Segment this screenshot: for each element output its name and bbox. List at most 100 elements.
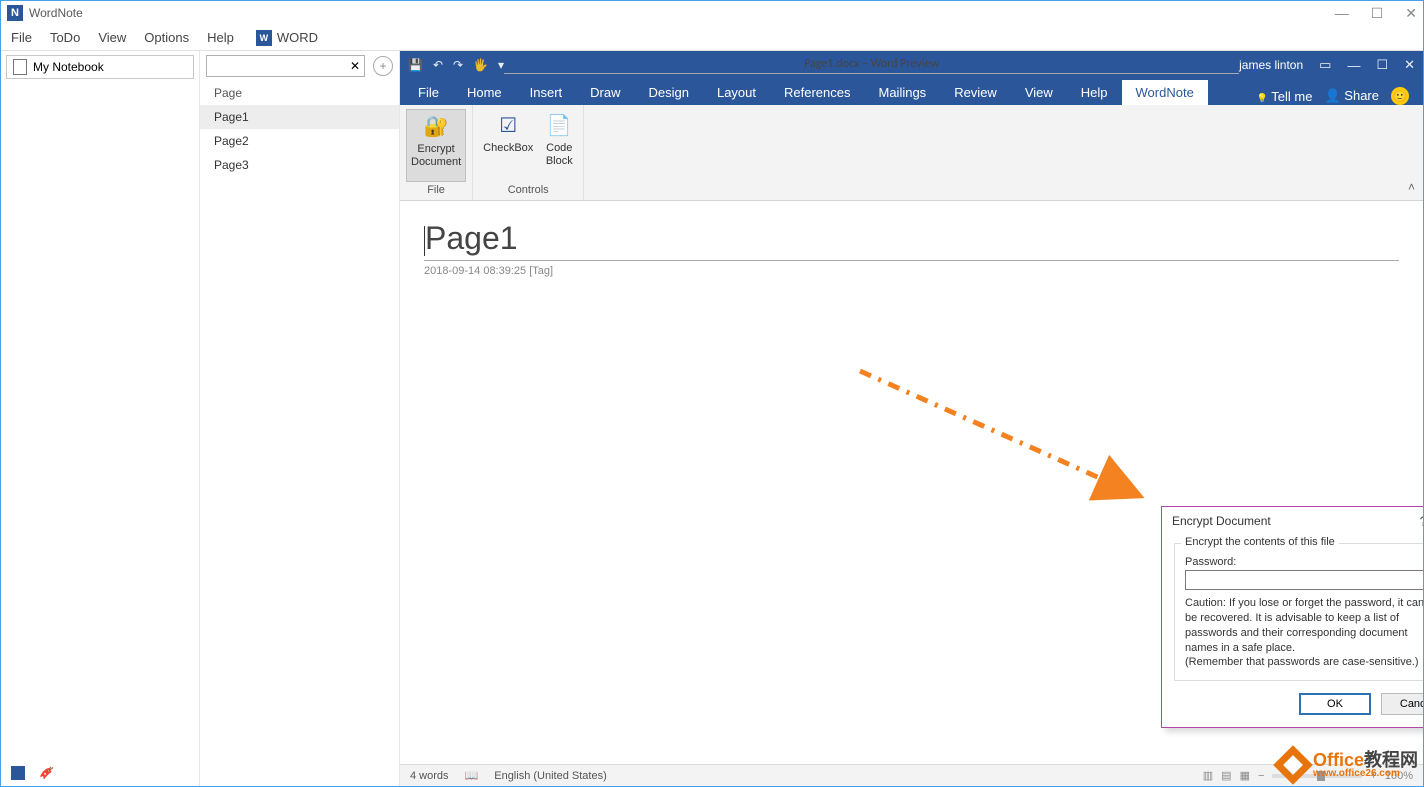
- word-maximize-icon[interactable]: ☐: [1376, 57, 1388, 73]
- view-print-icon[interactable]: ▤: [1221, 769, 1231, 782]
- annotation-arrow: [830, 356, 1170, 526]
- menu-view[interactable]: View: [98, 30, 126, 45]
- tellme-button[interactable]: 💡 Tell me: [1257, 89, 1313, 104]
- menu-help[interactable]: Help: [207, 30, 234, 45]
- menu-file[interactable]: File: [11, 30, 32, 45]
- close-icon[interactable]: ✕: [1405, 5, 1417, 22]
- zoom-out-icon[interactable]: −: [1258, 770, 1264, 782]
- notebook-label: My Notebook: [33, 60, 104, 74]
- share-icon: 👤: [1324, 88, 1340, 103]
- word-ribbon: 🔐 Encrypt Document File ☑ CheckBox: [400, 105, 1423, 201]
- wordnote-app-icon: N: [7, 5, 23, 21]
- menu-options[interactable]: Options: [144, 30, 189, 45]
- redo-icon[interactable]: ↷: [453, 58, 463, 72]
- word-minimize-icon[interactable]: —: [1347, 58, 1360, 73]
- pages-panel: ✕ + Page Page1 Page2 Page3: [200, 51, 400, 786]
- word-app-icon: W: [256, 30, 272, 46]
- share-button[interactable]: 👤 Share: [1324, 88, 1379, 104]
- lightbulb-icon: 💡: [1257, 93, 1268, 103]
- document-title[interactable]: Page1: [424, 219, 1399, 261]
- encrypt-document-button[interactable]: 🔐 Encrypt Document: [406, 109, 466, 182]
- tellme-label: Tell me: [1271, 89, 1312, 104]
- tab-wordnote[interactable]: WordNote: [1122, 80, 1208, 105]
- codeblock-label-2: Block: [546, 155, 573, 168]
- checkbox-label: CheckBox: [483, 142, 533, 155]
- ribbon-group-file: 🔐 Encrypt Document File: [400, 105, 473, 200]
- dialog-title-text: Encrypt Document: [1172, 514, 1271, 528]
- word-close-icon[interactable]: ✕: [1404, 57, 1415, 73]
- status-language[interactable]: English (United States): [494, 770, 607, 782]
- word-titlebar: 💾 ↶ ↷ 🖐 ▾ Page1.docx – Word Preview jame…: [400, 51, 1423, 79]
- tag-icon[interactable]: 🔖: [39, 766, 53, 781]
- status-proofing-icon[interactable]: 📖: [465, 769, 479, 782]
- minimize-icon[interactable]: —: [1335, 5, 1349, 22]
- document-meta: 2018-09-14 08:39:25 [Tag]: [424, 265, 1399, 277]
- tab-draw[interactable]: Draw: [576, 80, 634, 105]
- add-page-button[interactable]: +: [373, 56, 393, 76]
- feedback-smiley-icon[interactable]: 🙂: [1391, 87, 1409, 105]
- watermark-url: www.office26.com: [1313, 769, 1418, 779]
- word-user-name[interactable]: james linton: [1239, 58, 1303, 72]
- tab-help[interactable]: Help: [1067, 80, 1122, 105]
- checkbox-control-button[interactable]: ☑ CheckBox: [479, 109, 537, 182]
- page-item-1[interactable]: Page2: [200, 129, 399, 153]
- undo-icon[interactable]: ↶: [433, 58, 443, 72]
- touch-mode-icon[interactable]: 🖐: [473, 58, 488, 72]
- outer-titlebar: N WordNote — ☐ ✕: [1, 1, 1423, 25]
- status-word-count[interactable]: 4 words: [410, 770, 449, 782]
- outer-menubar: File ToDo View Options Help W WORD: [1, 25, 1423, 51]
- cancel-button[interactable]: Cancel: [1381, 693, 1423, 715]
- watermark: Office教程网 www.office26.com: [1279, 751, 1418, 779]
- qat-more-icon[interactable]: ▾: [498, 58, 504, 72]
- word-ribbon-options-icon[interactable]: ▭: [1319, 57, 1331, 73]
- lock-key-icon: 🔐: [422, 113, 450, 141]
- watermark-text-1b: 教程网: [1364, 750, 1418, 770]
- tab-view[interactable]: View: [1011, 80, 1067, 105]
- app-title: WordNote: [29, 6, 83, 20]
- dialog-fieldset: Encrypt the contents of this file Passwo…: [1174, 543, 1423, 681]
- ribbon-group-controls-label: Controls: [508, 182, 549, 198]
- share-label: Share: [1344, 88, 1379, 103]
- dialog-legend: Encrypt the contents of this file: [1181, 536, 1339, 548]
- tab-design[interactable]: Design: [635, 80, 703, 105]
- save-icon[interactable]: 💾: [408, 58, 423, 72]
- tab-mailings[interactable]: Mailings: [865, 80, 941, 105]
- page-item-0[interactable]: Page1: [200, 105, 399, 129]
- collapse-ribbon-icon[interactable]: ˄: [1408, 180, 1415, 194]
- tab-review[interactable]: Review: [940, 80, 1011, 105]
- code-block-icon: 📄: [545, 112, 573, 140]
- ribbon-group-file-label: File: [427, 182, 445, 198]
- password-input[interactable]: [1185, 570, 1423, 590]
- encrypt-document-dialog: Encrypt Document ? ✕ Encrypt the content…: [1161, 506, 1423, 728]
- ok-button[interactable]: OK: [1299, 693, 1371, 715]
- notebook-panel: My Notebook 🔖: [1, 51, 200, 786]
- tab-home[interactable]: Home: [453, 80, 516, 105]
- book-icon[interactable]: [11, 766, 25, 780]
- tab-insert[interactable]: Insert: [516, 80, 577, 105]
- wordnote-window: N WordNote — ☐ ✕ File ToDo View Options …: [0, 0, 1424, 787]
- watermark-text-1a: Office: [1313, 750, 1364, 770]
- word-app-label: WORD: [277, 30, 318, 45]
- notebook-selector[interactable]: My Notebook: [6, 55, 194, 79]
- dialog-help-icon[interactable]: ?: [1419, 513, 1423, 530]
- clear-search-icon[interactable]: ✕: [350, 59, 360, 73]
- search-box[interactable]: ✕: [206, 55, 365, 77]
- document-title-text: Page1: [425, 220, 518, 256]
- codeblock-control-button[interactable]: 📄 Code Block: [541, 109, 577, 182]
- tab-layout[interactable]: Layout: [703, 80, 770, 105]
- view-web-icon[interactable]: ▦: [1240, 769, 1250, 782]
- codeblock-label-1: Code: [546, 142, 572, 155]
- page-item-2[interactable]: Page3: [200, 153, 399, 177]
- document-area[interactable]: Page1 2018-09-14 08:39:25 [Tag] Encrypt …: [400, 201, 1423, 764]
- tab-references[interactable]: References: [770, 80, 864, 105]
- word-embedded-window: 💾 ↶ ↷ 🖐 ▾ Page1.docx – Word Preview jame…: [400, 51, 1423, 786]
- tab-file[interactable]: File: [404, 80, 453, 105]
- menu-todo[interactable]: ToDo: [50, 30, 80, 45]
- menu-word-app[interactable]: W WORD: [256, 30, 318, 46]
- ribbon-group-controls: ☑ CheckBox 📄 Code Block Controls: [473, 105, 584, 200]
- maximize-icon[interactable]: ☐: [1371, 5, 1384, 22]
- word-doc-title: Page1.docx – Word Preview: [504, 57, 1239, 74]
- left-bottom-bar: 🔖: [1, 760, 199, 786]
- view-read-icon[interactable]: ▥: [1203, 769, 1213, 782]
- dialog-caution-text: Caution: If you lose or forget the passw…: [1185, 596, 1423, 670]
